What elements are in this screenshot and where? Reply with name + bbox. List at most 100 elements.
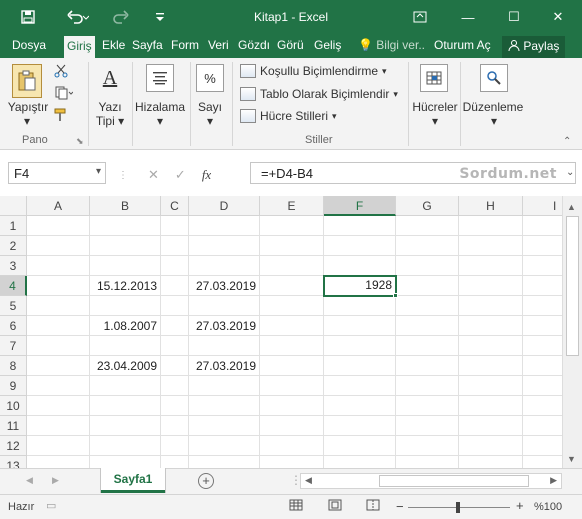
grid-cell[interactable] (324, 456, 396, 468)
grid-cell[interactable] (260, 236, 324, 256)
grid-cell[interactable] (523, 456, 562, 468)
grid-cell[interactable] (189, 336, 260, 356)
cut-icon[interactable] (52, 64, 70, 81)
grid-cell[interactable] (260, 216, 324, 236)
grid-cell[interactable] (90, 436, 161, 456)
tab-view[interactable]: Görü (277, 38, 304, 52)
grid-cell[interactable] (324, 376, 396, 396)
formula-input[interactable]: =+D4-B4 Sordum.net (250, 162, 576, 184)
format-as-table-button[interactable]: Tablo Olarak Biçimlendir ▾ (240, 87, 398, 101)
grid-cell[interactable] (523, 436, 562, 456)
name-box[interactable]: F4 ▾ (8, 162, 106, 184)
tab-page-layout[interactable]: Sayfa (132, 38, 163, 52)
grid-cell[interactable] (396, 416, 459, 436)
grid-cell[interactable] (27, 256, 90, 276)
grid-cell[interactable] (27, 396, 90, 416)
grid-cell[interactable] (260, 356, 324, 376)
alignment-icon[interactable] (146, 64, 174, 92)
grid-cell[interactable] (260, 336, 324, 356)
grid-cell[interactable] (396, 436, 459, 456)
tab-file[interactable]: Dosya (12, 38, 46, 52)
cell-b4[interactable]: 15.12.2013 (90, 276, 161, 296)
add-sheet-button[interactable]: + (198, 473, 214, 489)
column-header[interactable]: E (260, 196, 324, 216)
name-box-dropdown-icon[interactable]: ▾ (96, 166, 101, 177)
grid-cell[interactable] (324, 216, 396, 236)
grid-cell[interactable] (396, 376, 459, 396)
grid-cell[interactable] (459, 256, 523, 276)
fill-handle[interactable] (393, 293, 398, 298)
select-all-corner[interactable] (0, 196, 27, 216)
zoom-slider-thumb[interactable] (456, 502, 460, 513)
grid-cell[interactable] (523, 356, 562, 376)
scroll-thumb[interactable] (566, 216, 579, 356)
grid-cell[interactable] (161, 216, 189, 236)
zoom-in-button[interactable]: + (516, 498, 524, 513)
grid-cell[interactable] (324, 356, 396, 376)
scroll-right-icon[interactable]: ▶ (550, 475, 557, 486)
row-header[interactable]: 5 (0, 296, 27, 316)
conditional-formatting-button[interactable]: Koşullu Biçimlendirme ▾ (240, 64, 387, 78)
row-header[interactable]: 11 (0, 416, 27, 436)
grid-cell[interactable] (90, 396, 161, 416)
editing-dropdown-icon[interactable]: ▾ (486, 114, 502, 128)
percent-icon[interactable]: % (196, 64, 224, 92)
column-header[interactable]: B (90, 196, 161, 216)
grid-cell[interactable] (260, 456, 324, 468)
editing-icon[interactable] (480, 64, 508, 92)
cell-b8[interactable]: 23.04.2009 (90, 356, 161, 376)
alignment-button[interactable]: Hizalama (134, 100, 186, 114)
grid-cell[interactable] (189, 296, 260, 316)
row-header[interactable]: 1 (0, 216, 27, 236)
grid-cell[interactable] (27, 216, 90, 236)
grid-cell[interactable] (459, 456, 523, 468)
grid-cell[interactable] (161, 396, 189, 416)
grid-cell[interactable] (189, 396, 260, 416)
grid-cell[interactable] (27, 336, 90, 356)
grid-cell[interactable] (27, 276, 90, 296)
row-header[interactable]: 2 (0, 236, 27, 256)
grid-cell[interactable] (324, 236, 396, 256)
sheet-tab-sayfa1[interactable]: Sayfa1 (101, 468, 165, 493)
clipboard-icon[interactable] (12, 64, 42, 98)
grid-cell[interactable] (523, 276, 562, 296)
grid-cell[interactable] (161, 316, 189, 336)
grid-cell[interactable] (396, 236, 459, 256)
grid-cell[interactable] (396, 336, 459, 356)
grid-cell[interactable] (27, 296, 90, 316)
cell-d6[interactable]: 27.03.2019 (189, 316, 260, 336)
grid-cell[interactable] (161, 256, 189, 276)
grid-cell[interactable] (90, 236, 161, 256)
column-header[interactable]: A (27, 196, 90, 216)
grid-cell[interactable] (459, 276, 523, 296)
zoom-level[interactable]: %100 (534, 501, 562, 513)
grid-cell[interactable] (324, 416, 396, 436)
grid-cell[interactable] (260, 436, 324, 456)
column-header[interactable]: D (189, 196, 260, 216)
column-header[interactable]: H (459, 196, 523, 216)
grid-cell[interactable] (161, 356, 189, 376)
grid-cell[interactable] (161, 456, 189, 468)
row-header[interactable]: 10 (0, 396, 27, 416)
grid-cell[interactable] (27, 236, 90, 256)
grid-cell[interactable] (523, 416, 562, 436)
grid-cell[interactable] (396, 396, 459, 416)
grid-cell[interactable] (260, 396, 324, 416)
scroll-up-icon[interactable]: ▲ (567, 202, 576, 212)
cell-d8[interactable]: 27.03.2019 (189, 356, 260, 376)
grid-cell[interactable] (260, 316, 324, 336)
grid-cell[interactable] (523, 296, 562, 316)
enter-icon[interactable]: ✓ (175, 167, 186, 183)
grid-cell[interactable] (90, 336, 161, 356)
grid-cell[interactable] (189, 256, 260, 276)
grid-cell[interactable] (324, 256, 396, 276)
expand-formula-bar-icon[interactable]: ⌄ (566, 167, 574, 178)
share-button[interactable]: Paylaş (502, 36, 566, 58)
grid-cell[interactable] (260, 276, 324, 296)
grid-cell[interactable] (27, 356, 90, 376)
grid-cell[interactable] (90, 376, 161, 396)
column-header[interactable]: G (396, 196, 459, 216)
tab-formulas[interactable]: Form (171, 38, 199, 52)
grid-cell[interactable] (27, 316, 90, 336)
grid-cell[interactable] (90, 456, 161, 468)
